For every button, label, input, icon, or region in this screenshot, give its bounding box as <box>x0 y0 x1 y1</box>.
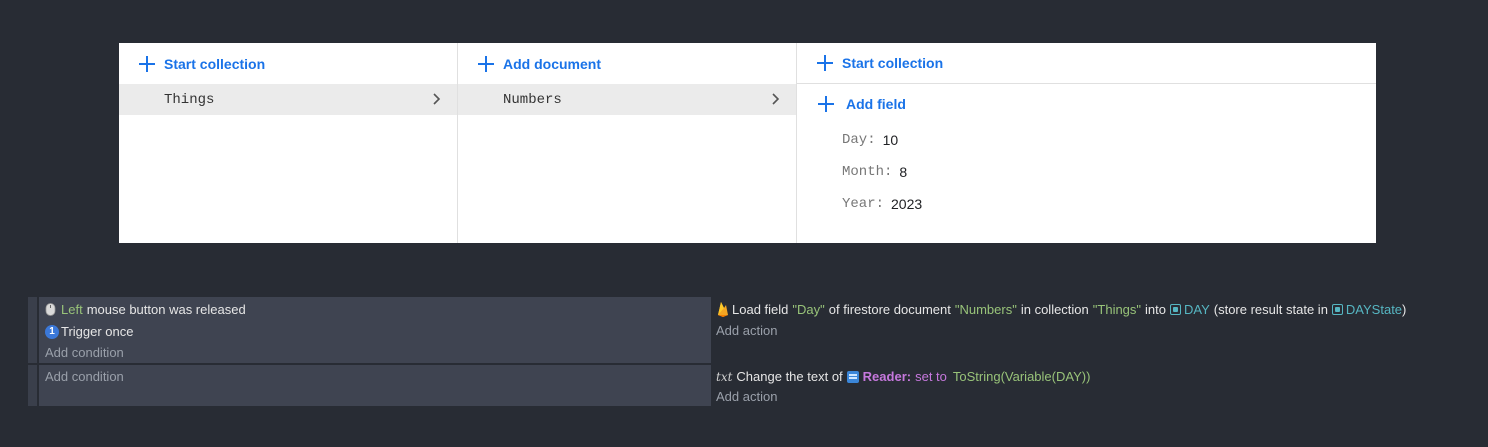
mouse-button-param: Left <box>61 302 83 317</box>
conditions-area[interactable]: Left mouse button was released 1 Trigger… <box>39 297 711 363</box>
add-action-link[interactable]: Add action <box>716 389 777 404</box>
event-gutter[interactable] <box>28 297 37 363</box>
action-text: Change the text of <box>736 369 843 384</box>
state-variable-param: DAYState <box>1345 301 1403 317</box>
event-block-2[interactable]: Add condition txt Change the text of Rea… <box>28 365 1488 406</box>
start-collection-button[interactable]: Start collection <box>119 43 457 84</box>
plus-icon <box>139 55 155 72</box>
text-action-icon: txt <box>716 369 733 384</box>
document-name: Numbers <box>503 91 562 108</box>
actions-area[interactable]: Load field "Day" of firestore document "… <box>715 297 1488 363</box>
field-value: 10 <box>882 132 899 148</box>
condition-trigger-once[interactable]: 1 Trigger once <box>45 324 134 339</box>
action-text: (store result state in <box>1213 301 1328 317</box>
documents-column: Add document Numbers <box>458 43 797 243</box>
plus-icon <box>818 96 834 112</box>
conditions-area[interactable]: Add condition <box>39 365 711 406</box>
action-text: Load field <box>732 301 789 317</box>
start-collection-label: Start collection <box>164 55 266 72</box>
add-document-label: Add document <box>503 55 601 72</box>
start-subcollection-label: Start collection <box>842 55 944 71</box>
field-value: 8 <box>899 164 908 180</box>
event-gutter[interactable] <box>28 365 37 406</box>
field-value: 2023 <box>891 196 923 212</box>
variable-icon <box>1170 303 1181 315</box>
variable-icon <box>1331 303 1343 315</box>
operator-text: set to <box>915 369 947 384</box>
text-object-icon <box>846 370 859 383</box>
add-action-link[interactable]: Add action <box>716 323 777 338</box>
condition-text: Trigger once <box>61 324 134 339</box>
event-block-1[interactable]: Left mouse button was released 1 Trigger… <box>28 297 1488 363</box>
document-param: "Numbers" <box>954 301 1017 317</box>
condition-text: mouse button was released <box>86 302 246 317</box>
chevron-right-icon <box>433 93 441 105</box>
add-condition-link[interactable]: Add condition <box>45 369 124 384</box>
start-subcollection-button[interactable]: Start collection <box>797 43 1376 84</box>
plus-icon <box>478 55 494 72</box>
field-key: Year: <box>842 196 885 212</box>
mouse-icon <box>45 303 56 316</box>
field-row[interactable]: Year: 2023 <box>797 188 1376 220</box>
field-param: "Day" <box>792 301 825 317</box>
add-document-button[interactable]: Add document <box>458 43 796 84</box>
action-text: of firestore document <box>828 301 951 317</box>
add-field-button[interactable]: Add field <box>797 84 1376 124</box>
document-item-numbers[interactable]: Numbers <box>458 84 796 115</box>
firestore-data-panel: Start collection Things Add document Num… <box>119 43 1376 243</box>
field-row[interactable]: Month: 8 <box>797 156 1376 188</box>
action-text: in collection <box>1020 301 1089 317</box>
firebase-icon <box>718 302 728 317</box>
fields-column: Start collection Add field Day: 10 Month… <box>797 43 1376 243</box>
action-text: ) <box>1402 301 1407 317</box>
chevron-right-icon <box>772 93 780 105</box>
collections-column: Start collection Things <box>119 43 458 243</box>
collection-name: Things <box>164 91 215 108</box>
trigger-once-icon: 1 <box>45 324 59 339</box>
plus-icon <box>817 55 833 71</box>
collection-item-things[interactable]: Things <box>119 84 457 115</box>
field-key: Month: <box>842 164 893 180</box>
condition-mouse-released[interactable]: Left mouse button was released <box>45 302 246 317</box>
add-condition-link[interactable]: Add condition <box>45 345 124 360</box>
field-key: Day: <box>842 132 876 148</box>
action-change-text[interactable]: txt Change the text of Reader: set to To… <box>716 369 1090 384</box>
action-load-field[interactable]: Load field "Day" of firestore document "… <box>716 301 1406 317</box>
variable-param: DAY <box>1184 301 1210 317</box>
add-field-label: Add field <box>846 96 906 112</box>
collection-param: "Things" <box>1092 301 1142 317</box>
field-row[interactable]: Day: 10 <box>797 124 1376 156</box>
actions-area[interactable]: txt Change the text of Reader: set to To… <box>715 365 1488 406</box>
expression-param: ToString(Variable(DAY)) <box>952 369 1091 384</box>
object-param: Reader: <box>862 369 912 384</box>
action-text: into <box>1145 301 1166 317</box>
